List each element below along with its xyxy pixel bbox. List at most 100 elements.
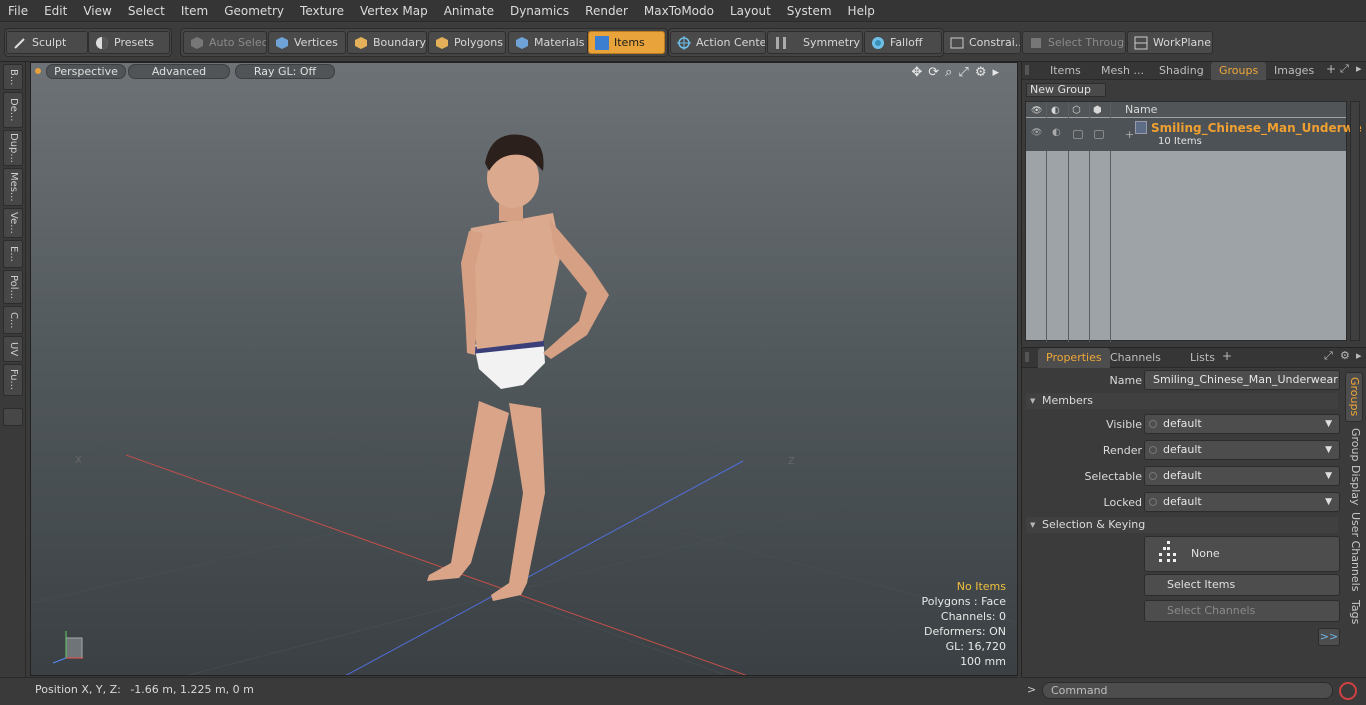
selectable-dropdown[interactable]: default ▼ — [1144, 466, 1340, 486]
perspective-button[interactable]: Perspective — [46, 64, 126, 79]
name-field[interactable]: Smiling_Chinese_Man_Underwear (3) — [1144, 370, 1340, 404]
select-channels-button[interactable]: Select Channels — [1144, 600, 1340, 622]
materials-button[interactable]: Materials — [508, 31, 588, 54]
play-arrow-icon[interactable]: ▸ — [992, 65, 999, 80]
move-view-icon[interactable]: ✥ — [911, 65, 922, 80]
select-items-button[interactable]: Select Items — [1144, 574, 1340, 596]
strip-tab-mesh-edit[interactable]: Mes... — [3, 168, 23, 206]
command-input[interactable]: Command — [1042, 682, 1333, 699]
menu-system[interactable]: System — [779, 0, 840, 22]
menu-help[interactable]: Help — [840, 0, 883, 22]
row-eye-icon[interactable]: 👁 — [1031, 128, 1042, 138]
gear-icon[interactable]: ⚙ — [1340, 349, 1350, 362]
menu-vertex-map[interactable]: Vertex Map — [352, 0, 436, 22]
render-icon[interactable]: ◐ — [1051, 103, 1060, 118]
strip-tab-uv[interactable]: UV — [3, 336, 23, 362]
symmetry-button[interactable]: Symmetry — [767, 31, 863, 54]
menu-layout[interactable]: Layout — [722, 0, 779, 22]
selection-keying-section[interactable]: Selection & Keying — [1026, 517, 1338, 533]
render-dropdown[interactable]: default ▼ — [1144, 440, 1340, 460]
none-keyset-button[interactable]: None — [1144, 536, 1340, 572]
strip-tab-duplicate[interactable]: Dup... — [3, 130, 23, 166]
tab-items[interactable]: Items — [1042, 62, 1089, 80]
select-icon[interactable]: ⬢ — [1093, 103, 1102, 118]
menu-maxtomodo[interactable]: MaxToModo — [636, 0, 722, 22]
strip-tab-edge[interactable]: E... — [3, 240, 23, 268]
groups-scrollbar[interactable] — [1350, 101, 1360, 341]
zoom-view-icon[interactable]: ⌕ — [945, 65, 952, 80]
tab-channels[interactable]: Channels — [1102, 348, 1169, 368]
menu-texture[interactable]: Texture — [292, 0, 352, 22]
expand-icon[interactable]: ⤢ — [1324, 349, 1333, 363]
more-button[interactable]: >> — [1318, 628, 1340, 646]
gear-icon[interactable]: ⚙ — [975, 65, 987, 80]
expand-icon[interactable]: ⤢ — [1340, 62, 1349, 76]
panel-grip[interactable] — [1025, 352, 1029, 362]
menu-file[interactable]: File — [0, 0, 36, 22]
boundary-button[interactable]: Boundary — [347, 31, 427, 54]
locked-dropdown[interactable]: default ▼ — [1144, 492, 1340, 512]
tab-mesh[interactable]: Mesh ... — [1093, 62, 1152, 80]
viewport-menu-dot[interactable] — [35, 68, 41, 74]
vertices-button[interactable]: Vertices 1 — [268, 31, 346, 54]
new-group-button[interactable]: New Group — [1026, 83, 1106, 97]
visible-dropdown[interactable]: default ▼ — [1144, 414, 1340, 434]
sculpt-button[interactable]: Sculpt — [6, 31, 88, 54]
group-row[interactable]: 👁 ◐ + Smiling_Chinese_Man_Underwe ... 10… — [1026, 118, 1366, 151]
row-render-icon[interactable]: ◐ — [1052, 127, 1061, 138]
fit-view-icon[interactable]: ⤢ — [958, 65, 968, 80]
menu-view[interactable]: View — [75, 0, 119, 22]
row-select-toggle[interactable] — [1094, 130, 1104, 139]
expand-group-icon[interactable]: + — [1125, 128, 1134, 141]
record-icon[interactable] — [1339, 682, 1357, 700]
falloff-button[interactable]: Falloff — [864, 31, 942, 54]
presets-button[interactable]: Presets — [88, 31, 170, 54]
3d-viewport[interactable]: X Z Perspective Advanced Ray GL: Off ✥ ⟳… — [30, 62, 1018, 676]
row-lock-toggle[interactable] — [1073, 130, 1083, 139]
strip-tab-basic[interactable]: B... — [3, 64, 23, 90]
tab-lists[interactable]: Lists — [1182, 348, 1223, 368]
strip-tab-fusion[interactable]: Fu... — [3, 364, 23, 396]
arrow-right-icon[interactable]: ▸ — [1356, 349, 1362, 362]
raygl-button[interactable]: Ray GL: Off — [235, 64, 335, 79]
polygons-button[interactable]: Polygons — [428, 31, 506, 54]
action-center-button[interactable]: Action Center — [670, 31, 766, 54]
vtab-groups[interactable]: Groups — [1345, 372, 1363, 422]
panel-grip[interactable] — [1025, 65, 1029, 75]
tab-properties[interactable]: Properties — [1038, 348, 1110, 368]
lock-icon[interactable]: ⬡ — [1072, 103, 1081, 118]
menu-dynamics[interactable]: Dynamics — [502, 0, 577, 22]
tab-images[interactable]: Images — [1266, 62, 1322, 80]
advanced-button[interactable]: Advanced — [128, 64, 230, 79]
strip-tab-curve[interactable]: C... — [3, 306, 23, 334]
members-section[interactable]: Members — [1026, 393, 1338, 409]
arrow-right-icon[interactable]: ▸ — [1356, 62, 1362, 75]
menu-geometry[interactable]: Geometry — [216, 0, 292, 22]
vtab-user-channels[interactable]: User Channels — [1345, 512, 1363, 592]
tab-groups[interactable]: Groups — [1211, 62, 1267, 80]
workplane-button[interactable]: WorkPlane — [1127, 31, 1213, 54]
menu-select[interactable]: Select — [120, 0, 173, 22]
character-model[interactable] — [427, 134, 609, 601]
status-bar: Position X, Y, Z: -1.66 m, 1.225 m, 0 m — [0, 677, 1018, 705]
menu-render[interactable]: Render — [577, 0, 636, 22]
vtab-group-display[interactable]: Group Display — [1345, 426, 1363, 508]
eye-icon[interactable]: 👁 — [1031, 104, 1042, 119]
add-tab-icon[interactable]: + — [1326, 62, 1336, 76]
menu-edit[interactable]: Edit — [36, 0, 75, 22]
constraints-button[interactable]: Constrai... — [943, 31, 1021, 54]
items-button[interactable]: Items — [588, 31, 665, 54]
auto-select-button[interactable]: Auto Select — [183, 31, 267, 54]
strip-tab-vertex[interactable]: Ve... — [3, 208, 23, 238]
info-scale: 100 mm — [960, 655, 1006, 668]
strip-tab-deform[interactable]: De... — [3, 92, 23, 128]
vtab-tags[interactable]: Tags — [1345, 596, 1363, 628]
strip-extra-button[interactable] — [3, 408, 23, 426]
select-through-button[interactable]: Select Through — [1022, 31, 1126, 54]
menu-animate[interactable]: Animate — [436, 0, 502, 22]
menu-item[interactable]: Item — [173, 0, 216, 22]
add-tab-icon[interactable]: + — [1222, 349, 1232, 363]
rotate-view-icon[interactable]: ⟳ — [928, 65, 939, 80]
tab-shading[interactable]: Shading — [1151, 62, 1212, 80]
strip-tab-polygon[interactable]: Pol... — [3, 270, 23, 304]
